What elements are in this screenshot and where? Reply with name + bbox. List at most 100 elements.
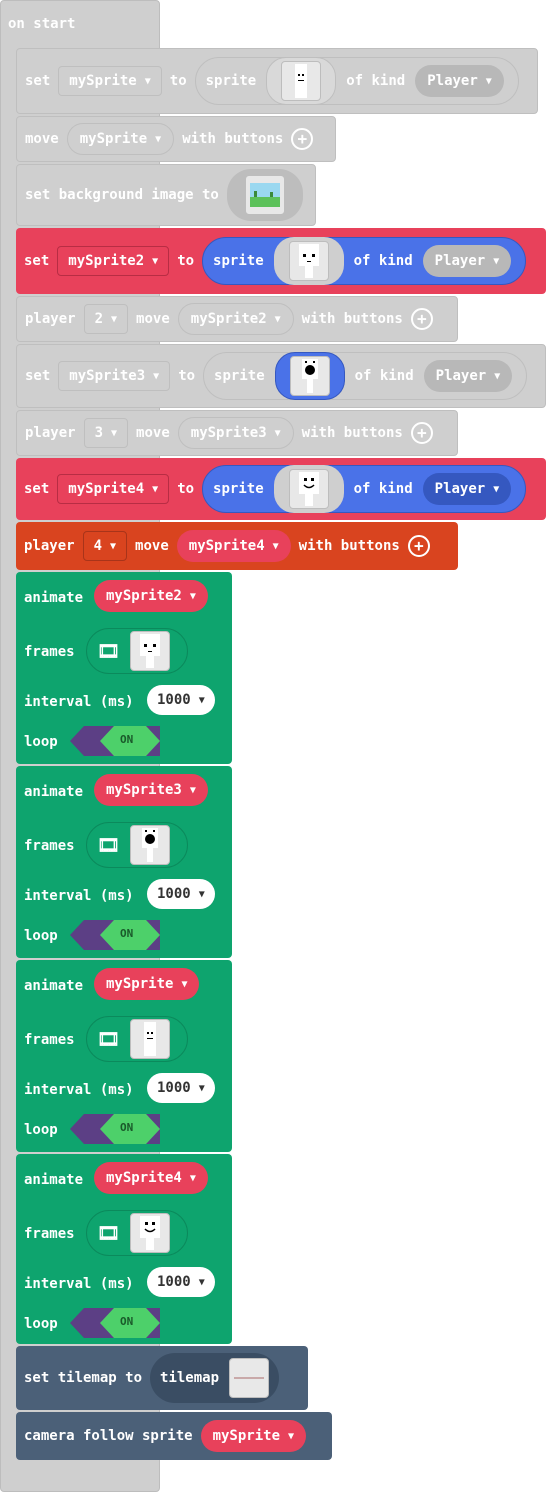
player4-move-block[interactable]: player 4 ▼ move mySprite4 ▼ with buttons + [16,522,458,570]
variable-dropdown[interactable]: mySprite2 ▼ [94,580,208,612]
sprite-thumbnail-icon [288,241,329,281]
sprite-image-picker[interactable] [273,237,344,285]
set-mysprite3-block[interactable]: set mySprite3 ▼ to sprite of kind Player ▼ [16,344,546,408]
variable-dropdown[interactable]: mySprite ▼ [66,123,175,155]
variable-dropdown[interactable]: mySprite4 ▼ [176,530,291,562]
tilemap-reporter[interactable]: tilemap [150,1353,280,1403]
on-start-label: on start [8,16,76,32]
chevron-down-icon: ▼ [288,1430,295,1442]
loop-toggle-label: ON [120,1121,134,1134]
frames-picker[interactable]: 🎞 [86,1210,188,1256]
chevron-down-icon: ▼ [144,75,151,87]
variable-dropdown[interactable]: mySprite4 ▼ [57,474,170,504]
variable-dropdown[interactable]: mySprite ▼ [94,968,200,1000]
film-icon: 🎞 [97,1028,120,1050]
interval-dropdown[interactable]: 1000 ▼ [147,879,215,909]
interval-dropdown[interactable]: 1000 ▼ [147,685,215,715]
set-mysprite4-block[interactable]: set mySprite4 ▼ to sprite of kind Player ▼ [16,458,546,520]
chevron-down-icon: ▼ [152,255,159,267]
variable-dropdown[interactable]: mySprite3 ▼ [94,774,208,806]
player3-move-block[interactable]: player 3 ▼ move mySprite3 ▼ with buttons + [16,410,458,456]
set-mysprite-block[interactable]: set mySprite ▼ to sprite of kind Player ▼ [16,48,538,114]
interval-dropdown[interactable]: 1000 ▼ [147,1267,215,1297]
chevron-down-icon: ▼ [155,133,162,145]
loop-toggle[interactable]: ON [70,920,160,950]
plus-icon[interactable]: + [291,128,314,150]
sprite-thumbnail-icon [281,61,322,101]
sprite-image-picker[interactable] [274,352,345,400]
sprite-reporter[interactable]: sprite of kind Player ▼ [202,237,527,285]
loop-toggle[interactable]: ON [70,1114,160,1144]
animate-block[interactable]: animate mySprite ▼ frames 🎞 interval (ms)… [16,960,232,1152]
set-background-block[interactable]: set background image to [16,164,316,226]
animate-block[interactable]: animate mySprite4 ▼ frames 🎞 interval (ms… [16,1154,232,1344]
sprite-reporter[interactable]: sprite of kind Player ▼ [194,57,519,105]
variable-dropdown[interactable]: mySprite3 ▼ [177,417,294,449]
loop-toggle[interactable]: ON [70,1308,160,1338]
chevron-down-icon: ▼ [274,427,281,439]
set-tilemap-block[interactable]: set tilemap to tilemap [16,1346,308,1410]
player-number-dropdown[interactable]: 4 ▼ [82,531,128,561]
frames-picker[interactable]: 🎞 [86,1016,188,1062]
chevron-down-icon: ▼ [189,590,196,602]
player-number-dropdown[interactable]: 2 ▼ [83,304,129,334]
plus-icon[interactable]: + [410,422,433,444]
sprite-reporter[interactable]: sprite of kind Player ▼ [202,465,527,513]
plus-icon[interactable]: + [407,535,430,557]
variable-dropdown[interactable]: mySprite ▼ [200,1420,307,1452]
player-number-dropdown[interactable]: 3 ▼ [83,418,129,448]
sprite-thumbnail-icon [129,825,170,865]
interval-dropdown[interactable]: 1000 ▼ [147,1073,215,1103]
image-picker[interactable] [226,169,303,221]
chevron-down-icon: ▼ [485,75,492,87]
sprite-reporter[interactable]: sprite of kind Player ▼ [203,352,528,400]
film-icon: 🎞 [97,640,120,662]
set-mysprite2-block[interactable]: set mySprite2 ▼ to sprite of kind Player ▼ [16,228,546,294]
loop-toggle[interactable]: ON [70,726,160,756]
chevron-down-icon: ▼ [272,540,279,552]
chevron-down-icon: ▼ [152,483,159,495]
variable-dropdown[interactable]: mySprite3 ▼ [58,361,171,391]
loop-toggle-label: ON [120,927,134,940]
chevron-down-icon: ▼ [111,313,118,325]
chevron-down-icon: ▼ [189,1172,196,1184]
chevron-down-icon: ▼ [198,694,205,706]
plus-icon[interactable]: + [410,308,433,330]
variable-dropdown[interactable]: mySprite2 ▼ [177,303,294,335]
sprite-thumbnail-icon [289,356,330,396]
chevron-down-icon: ▼ [198,1082,205,1094]
chevron-down-icon: ▼ [198,888,205,900]
animate-block[interactable]: animate mySprite3 ▼ frames 🎞 interval (ms… [16,766,232,958]
variable-dropdown[interactable]: mySprite2 ▼ [57,246,170,276]
sprite-image-picker[interactable] [266,57,337,105]
kind-dropdown[interactable]: Player ▼ [422,473,512,505]
film-icon: 🎞 [97,834,120,856]
sprite-thumbnail-icon [129,631,170,671]
chevron-down-icon: ▼ [274,313,281,325]
loop-toggle-label: ON [120,1315,134,1328]
chevron-down-icon: ▼ [189,784,196,796]
chevron-down-icon: ▼ [493,255,500,267]
film-icon: 🎞 [97,1222,120,1244]
loop-toggle-label: ON [120,733,134,746]
chevron-down-icon: ▼ [494,370,501,382]
sprite-thumbnail-icon [288,469,329,509]
frames-picker[interactable]: 🎞 [86,628,188,674]
chevron-down-icon: ▼ [111,427,118,439]
sprite-image-picker[interactable] [273,465,344,513]
tilemap-thumbnail-icon[interactable] [229,1358,270,1398]
player2-move-block[interactable]: player 2 ▼ move mySprite2 ▼ with buttons + [16,296,458,342]
landscape-image-icon [244,175,285,215]
frames-picker[interactable]: 🎞 [86,822,188,868]
move-mysprite-block[interactable]: move mySprite ▼ with buttons + [16,116,336,162]
camera-follow-block[interactable]: camera follow sprite mySprite ▼ [16,1412,332,1460]
kind-dropdown[interactable]: Player ▼ [423,360,513,392]
animate-block[interactable]: animate mySprite2 ▼ frames 🎞 interval (ms… [16,572,232,764]
chevron-down-icon: ▼ [110,540,117,552]
variable-dropdown[interactable]: mySprite4 ▼ [94,1162,208,1194]
chevron-down-icon: ▼ [181,978,188,990]
kind-dropdown[interactable]: Player ▼ [415,65,504,97]
chevron-down-icon: ▼ [153,370,160,382]
variable-dropdown[interactable]: mySprite ▼ [58,66,162,96]
kind-dropdown[interactable]: Player ▼ [422,245,512,277]
